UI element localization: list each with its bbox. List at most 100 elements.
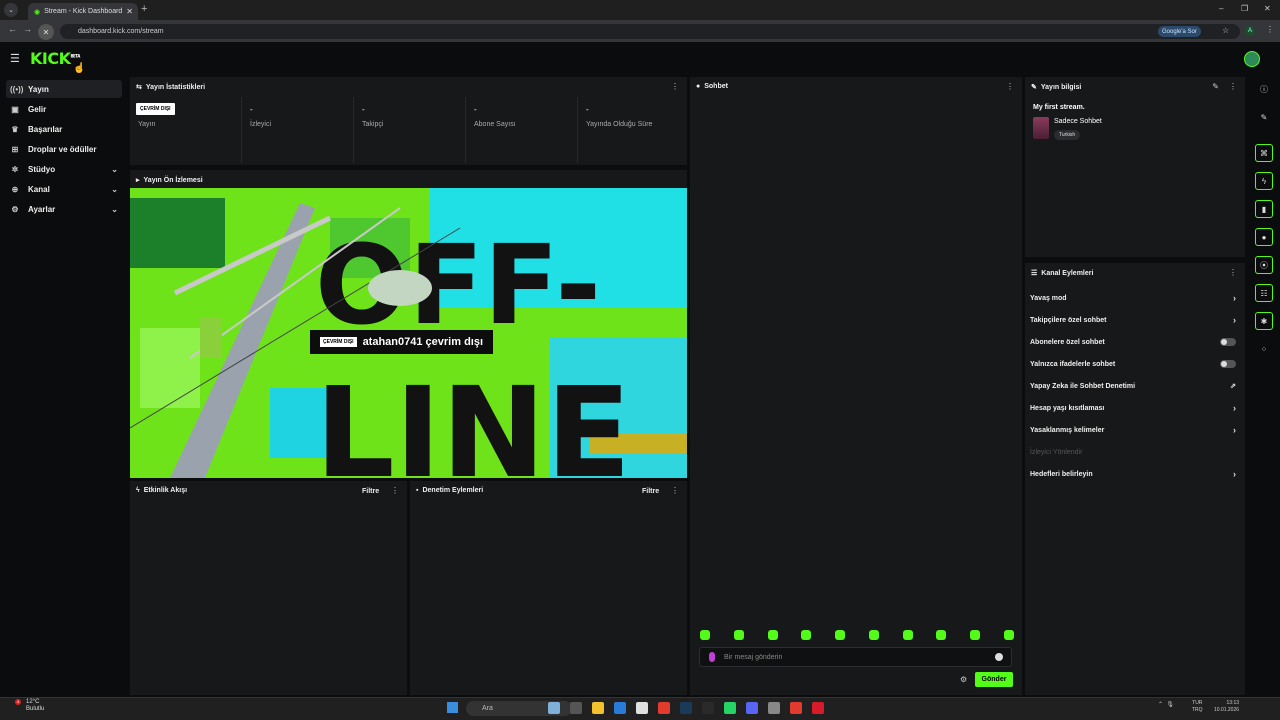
chevron-down-icon[interactable]: ⌄ xyxy=(111,205,118,214)
chat-widget-icon[interactable]: ● xyxy=(1255,228,1273,246)
weather-widget[interactable]: 12°C Bulutlu xyxy=(4,699,44,713)
back-button[interactable]: ← xyxy=(8,24,17,34)
browser-menu-icon[interactable]: ⋮ xyxy=(1266,25,1274,34)
windows-start-icon[interactable] xyxy=(447,702,458,713)
channel-actions-menu-icon[interactable]: ⋮ xyxy=(1229,268,1237,277)
emote-icon[interactable] xyxy=(767,630,778,640)
chevron-right-icon[interactable]: › xyxy=(1233,293,1236,303)
sidebar-item[interactable]: ♛ Başarılar xyxy=(6,120,122,138)
language-indicator[interactable]: TUR TRQ xyxy=(1192,700,1203,714)
toggle-switch[interactable] xyxy=(1220,338,1236,346)
channel-action-row[interactable]: Hedefleri belirleyin › xyxy=(1030,467,1240,481)
sidebar-item[interactable]: ⚙ Ayarlar ⌄ xyxy=(6,200,122,218)
system-tray-icons[interactable]: ⌃ 🎙 xyxy=(1158,701,1176,708)
minimize-button[interactable]: – xyxy=(1219,4,1223,13)
tab-close-icon[interactable]: ✕ xyxy=(126,7,133,16)
chrome-icon[interactable] xyxy=(636,702,648,714)
channel-action-row[interactable]: Hesap yaşı kısıtlaması › xyxy=(1030,401,1240,415)
emoji-icon[interactable] xyxy=(995,653,1003,661)
forward-button[interactable]: → xyxy=(23,24,32,34)
whatsapp-icon[interactable] xyxy=(724,702,736,714)
broadcast-widget-icon[interactable]: ⦿ xyxy=(1255,256,1273,274)
taskbar-clock[interactable]: 13:13 10.01.2026 xyxy=(1214,700,1239,714)
microphone-icon[interactable] xyxy=(709,652,715,662)
moderation-menu-icon[interactable]: ⋮ xyxy=(671,486,679,495)
chevron-right-icon[interactable]: › xyxy=(1233,403,1236,413)
google-sor-button[interactable]: Google'a Sor xyxy=(1158,26,1201,37)
moderation-widget-icon[interactable]: ▮ xyxy=(1255,200,1273,218)
toggle-switch[interactable] xyxy=(1220,360,1236,368)
emote-icon[interactable] xyxy=(902,630,913,640)
url-field[interactable]: dashboard.kick.com/stream xyxy=(60,24,1240,39)
channel-action-row[interactable]: Yavaş mod › xyxy=(1030,291,1240,305)
stream-info-menu-icon[interactable]: ⋮ xyxy=(1229,82,1237,91)
send-button[interactable]: Gönder xyxy=(975,672,1013,687)
activity-menu-icon[interactable]: ⋮ xyxy=(391,486,399,495)
user-avatar[interactable] xyxy=(1244,51,1260,67)
window-close-button[interactable]: ✕ xyxy=(1264,4,1271,13)
info-icon[interactable]: ⓘ xyxy=(1255,80,1273,98)
emote-icon[interactable] xyxy=(801,630,812,640)
moderation-filter-button[interactable]: Filtre xyxy=(642,488,659,495)
chat-settings-icon[interactable]: ⚙ xyxy=(960,675,967,684)
opera-icon[interactable] xyxy=(812,702,824,714)
chevron-down-icon[interactable]: ⌄ xyxy=(111,185,118,194)
emote-icon[interactable] xyxy=(970,630,981,640)
calculator-icon[interactable] xyxy=(702,702,714,714)
file-explorer-icon[interactable] xyxy=(570,702,582,714)
activity-filter-button[interactable]: Filtre xyxy=(362,488,379,495)
sidebar-item[interactable]: ▣ Gelir xyxy=(6,100,122,118)
edit-pencil-icon[interactable]: ✎ xyxy=(1212,82,1219,91)
tab-search-icon[interactable]: ⌄ xyxy=(4,3,18,17)
channel-action-row[interactable]: Yasaklanmış kelimeler › xyxy=(1030,423,1240,437)
chevron-right-icon[interactable]: › xyxy=(1233,425,1236,435)
browser-tab[interactable]: ◉ Stream - Kick Dashboard ✕ xyxy=(28,3,138,20)
sidebar-item[interactable]: ((•)) Yayın xyxy=(6,80,122,98)
hamburger-menu-icon[interactable]: ☰ xyxy=(10,52,20,65)
more-widgets-icon[interactable]: ⁘ xyxy=(1255,340,1273,358)
chat-menu-icon[interactable]: ⋮ xyxy=(1006,82,1014,91)
bookmark-star-icon[interactable]: ☆ xyxy=(1222,26,1229,35)
settings-icon[interactable] xyxy=(768,702,780,714)
sidebar-item[interactable]: ⊕ Kanal ⌄ xyxy=(6,180,122,198)
stats-menu-icon[interactable]: ⋮ xyxy=(671,82,679,91)
emote-icon[interactable] xyxy=(936,630,947,640)
chat-input[interactable]: Bir mesaj gönderin xyxy=(699,647,1012,667)
emote-icon[interactable] xyxy=(733,630,744,640)
steam-icon[interactable] xyxy=(680,702,692,714)
channel-action-label: Yapay Zeka ile Sohbet Denetimi xyxy=(1030,382,1136,390)
sidebar-item[interactable]: ✲ Stüdyo ⌄ xyxy=(6,160,122,178)
maximize-button[interactable]: ❐ xyxy=(1241,4,1248,13)
stats-widget-icon[interactable]: ⌘ xyxy=(1255,144,1273,162)
sidebar-item-label: Başarılar xyxy=(28,124,63,134)
emote-icon[interactable] xyxy=(700,630,710,640)
discord-icon[interactable] xyxy=(746,702,758,714)
channel-action-row[interactable]: Abonelere özel sohbet xyxy=(1030,335,1240,349)
stat-label: Yayında Olduğu Süre xyxy=(586,121,653,128)
wrench-widget-icon[interactable]: ✱ xyxy=(1255,312,1273,330)
stop-loading-button[interactable]: ✕ xyxy=(38,24,54,40)
photos-icon[interactable] xyxy=(614,702,626,714)
activity-widget-icon[interactable]: ϟ xyxy=(1255,172,1273,190)
chevron-right-icon[interactable]: › xyxy=(1233,315,1236,325)
chevron-down-icon[interactable]: ⌄ xyxy=(111,165,118,174)
folder-icon[interactable] xyxy=(592,702,604,714)
app-icon[interactable] xyxy=(658,702,670,714)
chevron-right-icon[interactable]: › xyxy=(1233,469,1236,479)
emote-icon[interactable] xyxy=(1003,630,1014,640)
external-link-icon[interactable]: ⇗ xyxy=(1230,382,1236,390)
channel-action-label: Yavaş mod xyxy=(1030,294,1067,302)
browser-profile-avatar[interactable]: A xyxy=(1245,26,1255,36)
channel-action-row[interactable]: Yalnızca ifadelerle sohbet xyxy=(1030,357,1240,371)
task-view-icon[interactable] xyxy=(548,702,560,714)
emote-icon[interactable] xyxy=(868,630,879,640)
channel-action-row[interactable]: Yapay Zeka ile Sohbet Denetimi ⇗ xyxy=(1030,379,1240,393)
new-tab-button[interactable]: + xyxy=(141,3,147,15)
app-red-icon[interactable] xyxy=(790,702,802,714)
edit-icon[interactable]: ✎ xyxy=(1255,108,1273,126)
channel-action-row[interactable]: Takipçilere özel sohbet › xyxy=(1030,313,1240,327)
sidebar-item[interactable]: ⊞ Droplar ve ödüller xyxy=(6,140,122,158)
sidebar-item-label: Gelir xyxy=(28,104,47,114)
emote-icon[interactable] xyxy=(835,630,846,640)
channel-actions-widget-icon[interactable]: ☷ xyxy=(1255,284,1273,302)
